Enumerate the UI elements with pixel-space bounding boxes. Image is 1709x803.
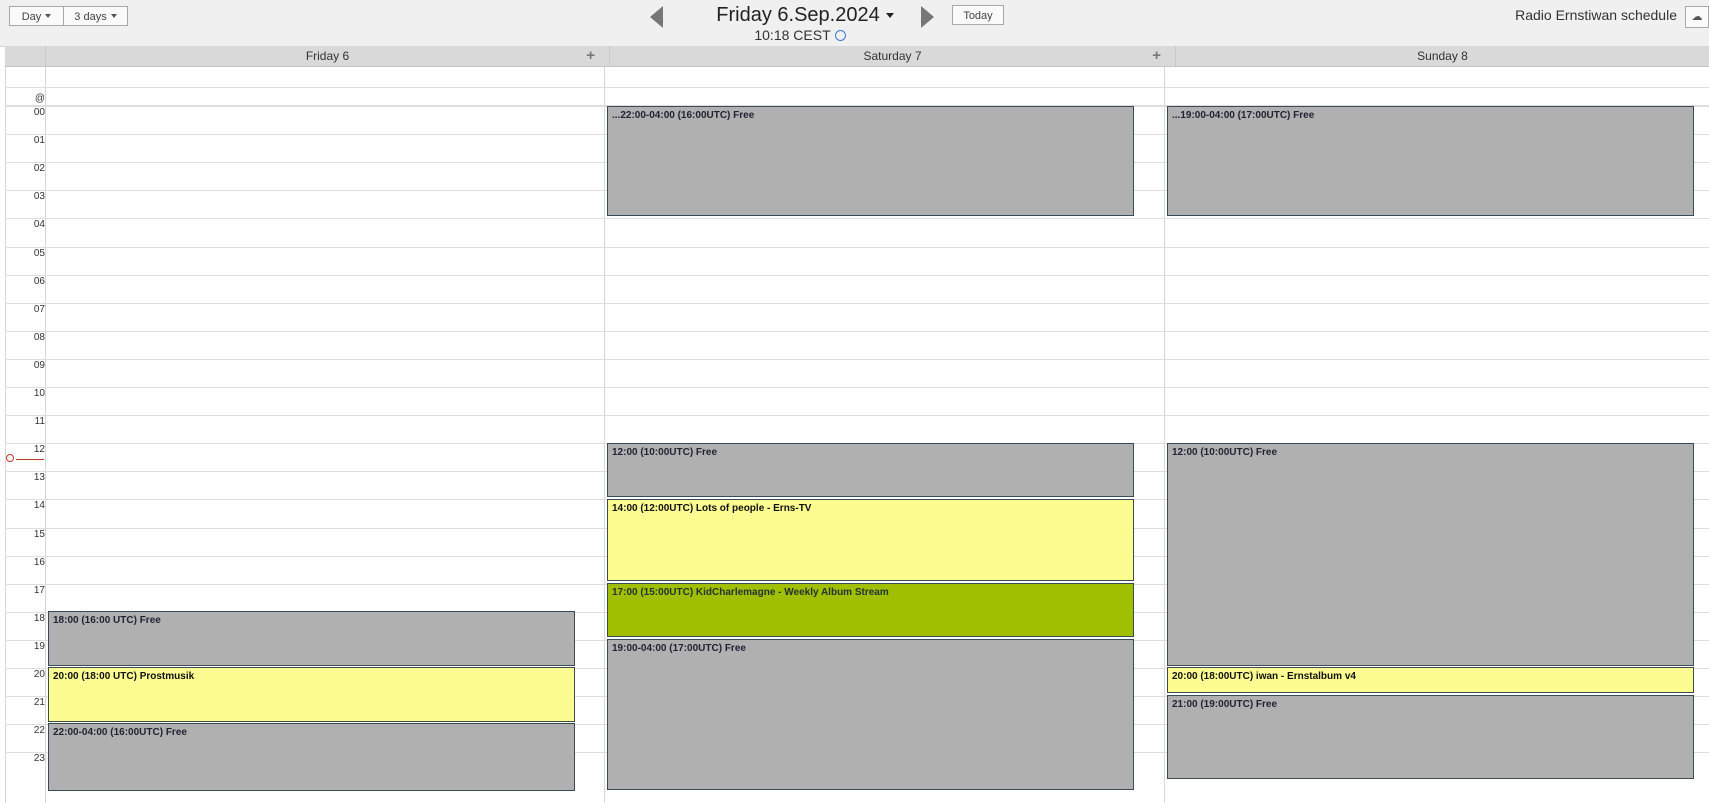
view-day-button[interactable]: Day	[9, 6, 64, 26]
today-button[interactable]: Today	[952, 5, 1004, 25]
calendar-grid[interactable]: @ 00 01 02 03 04 05 06 07 08 09 10 11 12 13 14 15 16 17 18…	[0, 67, 1709, 803]
event-free[interactable]: 12:00 (10:00UTC) Free	[607, 443, 1134, 497]
day-header-sunday: Sunday 8	[1176, 46, 1709, 67]
previous-arrow-icon[interactable]	[650, 6, 663, 28]
event-show[interactable]: 20:00 (18:00 UTC) Prostmusik	[48, 667, 575, 722]
event-label: 12:00 (10:00UTC) Free	[1172, 447, 1278, 458]
hour-label: 06	[33, 276, 45, 287]
hour-label: 10	[33, 388, 45, 399]
grid-line	[5, 218, 1709, 219]
event-free[interactable]: 22:00-04:00 (16:00UTC) Free	[48, 723, 575, 791]
cloud-icon: ☁	[1691, 11, 1703, 23]
event-label: 21:00 (19:00UTC) Free	[1172, 699, 1278, 710]
hour-label: 22	[33, 725, 45, 736]
event-label: 20:00 (18:00 UTC) Prostmusik	[53, 671, 195, 682]
event-show[interactable]: 14:00 (12:00UTC) Lots of people - Erns-T…	[607, 499, 1134, 581]
grid-line	[5, 415, 1709, 416]
event-show[interactable]: 20:00 (18:00UTC) iwan - Ernstalbum v4	[1167, 667, 1694, 693]
event-label: 17:00 (15:00UTC) KidCharlemagne - Weekly…	[612, 587, 889, 598]
event-free[interactable]: 12:00 (10:00UTC) Free	[1167, 443, 1694, 666]
grid-line	[5, 247, 1709, 248]
event-live[interactable]: 17:00 (15:00UTC) KidCharlemagne - Weekly…	[607, 583, 1134, 637]
grid-line	[5, 387, 1709, 388]
hour-label: 03	[33, 191, 45, 202]
view-3days-label: 3 days	[74, 11, 107, 23]
hour-label: 08	[33, 332, 45, 343]
day-header-label: Sunday 8	[1417, 49, 1468, 63]
hour-label: 21	[33, 697, 45, 708]
day-header-friday: Friday 6 +	[46, 46, 610, 67]
event-label: 14:00 (12:00UTC) Lots of people - Erns-T…	[612, 503, 812, 514]
hour-label: 13	[33, 472, 45, 483]
toolbar: Day 3 days Friday 6.Sep.2024 10:18 CEST …	[0, 0, 1709, 47]
hour-label: 04	[33, 219, 45, 230]
schedule-title: Radio Ernstiwan schedule	[1515, 7, 1677, 23]
event-label: 12:00 (10:00UTC) Free	[612, 447, 718, 458]
hour-label: 17	[33, 585, 45, 596]
date-title: Friday 6.Sep.2024	[716, 4, 880, 26]
hour-label: 07	[33, 304, 45, 315]
grid-line	[5, 87, 1709, 88]
now-indicator-line	[16, 459, 44, 460]
add-event-icon[interactable]: +	[586, 46, 595, 66]
event-free[interactable]: 19:00-04:00 (17:00UTC) Free	[607, 639, 1134, 790]
event-free[interactable]: ...22:00-04:00 (16:00UTC) Free	[607, 106, 1134, 216]
hour-label: 14	[33, 500, 45, 511]
hour-label: 20	[33, 669, 45, 680]
event-label: ...19:00-04:00 (17:00UTC) Free	[1172, 110, 1315, 121]
chevron-down-icon	[885, 13, 894, 18]
day-header-label: Saturday 7	[863, 49, 922, 63]
cloud-upload-button[interactable]: ☁	[1685, 6, 1709, 28]
now-indicator-icon	[6, 454, 14, 462]
add-event-icon[interactable]: +	[1152, 46, 1161, 66]
event-label: 19:00-04:00 (17:00UTC) Free	[612, 643, 746, 654]
hour-label: 19	[33, 641, 45, 652]
view-day-label: Day	[21, 11, 42, 23]
chevron-down-icon	[110, 14, 117, 18]
grid-line	[5, 275, 1709, 276]
hour-label: 02	[33, 163, 45, 174]
hour-label: 23	[33, 753, 45, 764]
hour-label: 01	[33, 135, 45, 146]
event-free[interactable]: 18:00 (16:00 UTC) Free	[48, 611, 575, 666]
day-header-saturday: Saturday 7 +	[610, 46, 1176, 67]
clock-icon[interactable]	[834, 30, 846, 41]
current-time: 10:18 CEST	[700, 27, 900, 43]
event-free[interactable]: 21:00 (19:00UTC) Free	[1167, 695, 1694, 779]
grid-line	[604, 67, 605, 803]
chevron-down-icon	[45, 14, 52, 18]
event-label: 22:00-04:00 (16:00UTC) Free	[53, 727, 187, 738]
allday-marker: @	[34, 93, 45, 104]
date-title-dropdown[interactable]: Friday 6.Sep.2024	[690, 4, 920, 27]
grid-line	[5, 67, 6, 803]
hour-label: 05	[33, 248, 45, 259]
hour-label: 16	[33, 557, 45, 568]
corner-cell	[5, 46, 46, 67]
hour-label: 15	[33, 529, 45, 540]
event-free[interactable]: ...19:00-04:00 (17:00UTC) Free	[1167, 106, 1694, 216]
grid-line	[1164, 67, 1165, 803]
hour-label: 09	[33, 360, 45, 371]
today-label: Today	[963, 10, 993, 22]
next-arrow-icon[interactable]	[921, 6, 934, 28]
event-label: ...22:00-04:00 (16:00UTC) Free	[612, 110, 755, 121]
hour-label: 00	[33, 107, 45, 118]
grid-line	[45, 67, 46, 803]
hour-label: 18	[33, 613, 45, 624]
grid-line	[5, 359, 1709, 360]
view-3days-button[interactable]: 3 days	[63, 6, 128, 26]
current-time-label: 10:18 CEST	[754, 27, 831, 43]
grid-line	[5, 303, 1709, 304]
event-label: 20:00 (18:00UTC) iwan - Ernstalbum v4	[1172, 671, 1356, 682]
day-header-label: Friday 6	[305, 49, 350, 63]
hour-label: 11	[34, 416, 45, 427]
grid-line	[5, 331, 1709, 332]
event-label: 18:00 (16:00 UTC) Free	[53, 615, 161, 626]
